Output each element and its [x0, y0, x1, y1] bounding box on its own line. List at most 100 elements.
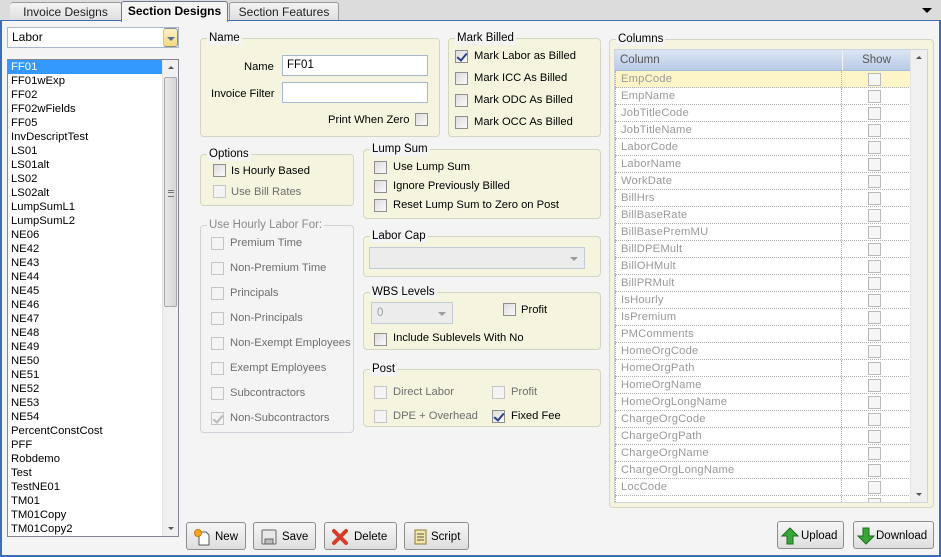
show-column-checkbox[interactable]: [868, 209, 881, 222]
scroll-thumb[interactable]: [164, 77, 177, 307]
list-item[interactable]: LumpSumL1: [8, 200, 163, 214]
list-item[interactable]: FF02wFields: [8, 102, 163, 116]
show-column-checkbox[interactable]: [868, 260, 881, 273]
show-column-checkbox[interactable]: [868, 396, 881, 409]
show-column-checkbox[interactable]: [868, 141, 881, 154]
list-item[interactable]: InvDescriptTest: [8, 130, 163, 144]
table-row[interactable]: HomeOrgLongName: [615, 394, 911, 411]
table-row[interactable]: [615, 496, 911, 502]
list-item[interactable]: NE52: [8, 382, 163, 396]
show-column-checkbox[interactable]: [868, 379, 881, 392]
list-item[interactable]: NE53: [8, 396, 163, 410]
table-row[interactable]: BillBaseRate: [615, 207, 911, 224]
mark-billed-checkbox[interactable]: [455, 94, 468, 107]
show-column-checkbox[interactable]: [868, 158, 881, 171]
section-type-select[interactable]: Labor: [7, 27, 179, 48]
table-row[interactable]: PMComments: [615, 326, 911, 343]
list-item[interactable]: PercentConstCost: [8, 424, 163, 438]
table-row[interactable]: LocCode: [615, 479, 911, 496]
section-design-list[interactable]: FF01 FF01wExp FF02 FF02wFields FF05 InvDescri…: [7, 59, 179, 537]
show-column-checkbox[interactable]: [868, 430, 881, 443]
name-input[interactable]: FF01: [282, 55, 428, 76]
is-hourly-based-checkbox[interactable]: [213, 164, 226, 177]
scroll-down-arrow-icon[interactable]: [163, 520, 178, 536]
list-item[interactable]: NE06: [8, 228, 163, 242]
table-row[interactable]: BillOHMult: [615, 258, 911, 275]
mark-billed-checkbox[interactable]: [455, 116, 468, 129]
show-column-checkbox[interactable]: [868, 175, 881, 188]
show-column-checkbox[interactable]: [868, 124, 881, 137]
table-row[interactable]: EmpName: [615, 88, 911, 105]
list-item[interactable]: LumpSumL2: [8, 214, 163, 228]
show-column-checkbox[interactable]: [868, 90, 881, 103]
table-row[interactable]: ChargeOrgLongName: [615, 462, 911, 479]
upload-button[interactable]: Upload: [777, 521, 844, 549]
table-row[interactable]: ChargeOrgPath: [615, 428, 911, 445]
list-item[interactable]: NE42: [8, 242, 163, 256]
column-header-column[interactable]: Column: [615, 50, 843, 71]
show-column-checkbox[interactable]: [868, 243, 881, 256]
table-row[interactable]: ChargeOrgName: [615, 445, 911, 462]
show-column-checkbox[interactable]: [868, 498, 881, 502]
tab-menu-chevron-down-icon[interactable]: [921, 5, 933, 15]
scroll-up-arrow-icon[interactable]: [163, 60, 178, 76]
lump-sum-checkbox[interactable]: [374, 180, 387, 193]
list-item[interactable]: NE45: [8, 284, 163, 298]
table-row[interactable]: HomeOrgPath: [615, 360, 911, 377]
wbs-level-select[interactable]: 0: [371, 302, 453, 324]
table-row[interactable]: ChargeOrgCode: [615, 411, 911, 428]
chevron-down-icon[interactable]: [163, 28, 178, 47]
list-scrollbar[interactable]: [162, 60, 178, 536]
list-item[interactable]: TM01Copy: [8, 508, 163, 522]
table-row[interactable]: BillPRMult: [615, 275, 911, 292]
list-item[interactable]: FF02: [8, 88, 163, 102]
list-item[interactable]: FF01: [8, 60, 163, 74]
hourly-labor-checkbox[interactable]: [211, 312, 224, 325]
list-item[interactable]: NE47: [8, 312, 163, 326]
mark-billed-checkbox[interactable]: [455, 50, 468, 63]
scroll-up-arrow-icon[interactable]: [911, 50, 927, 66]
hourly-labor-checkbox[interactable]: [211, 362, 224, 375]
show-column-checkbox[interactable]: [868, 192, 881, 205]
print-when-zero-checkbox[interactable]: [415, 113, 428, 126]
delete-button[interactable]: Delete: [324, 522, 397, 550]
table-row[interactable]: EmpCode: [615, 71, 911, 88]
table-row[interactable]: LaborCode: [615, 139, 911, 156]
tab-section-features[interactable]: Section Features: [229, 2, 339, 21]
mark-billed-checkbox[interactable]: [455, 72, 468, 85]
download-button[interactable]: Download: [853, 521, 934, 549]
lump-sum-checkbox[interactable]: [374, 199, 387, 212]
show-column-checkbox[interactable]: [868, 464, 881, 477]
wbs-profit-checkbox[interactable]: [503, 303, 516, 316]
list-item[interactable]: NE51: [8, 368, 163, 382]
include-sublevels-checkbox[interactable]: [374, 333, 387, 346]
new-button[interactable]: New: [186, 522, 246, 550]
list-item[interactable]: Test: [8, 466, 163, 480]
list-item[interactable]: LS01: [8, 144, 163, 158]
hourly-labor-checkbox[interactable]: [211, 237, 224, 250]
list-item[interactable]: PFF: [8, 438, 163, 452]
show-column-checkbox[interactable]: [868, 107, 881, 120]
list-item[interactable]: LS01alt: [8, 158, 163, 172]
list-item[interactable]: NE50: [8, 354, 163, 368]
show-column-checkbox[interactable]: [868, 328, 881, 341]
tab-invoice-designs[interactable]: Invoice Designs: [10, 2, 122, 21]
show-column-checkbox[interactable]: [868, 413, 881, 426]
post-profit-checkbox[interactable]: [492, 386, 505, 399]
use-bill-rates-checkbox[interactable]: [213, 185, 226, 198]
list-item[interactable]: FF05: [8, 116, 163, 130]
show-column-checkbox[interactable]: [868, 447, 881, 460]
table-row[interactable]: HomeOrgName: [615, 377, 911, 394]
columns-scrollbar[interactable]: [910, 50, 927, 502]
list-item[interactable]: Robdemo: [8, 452, 163, 466]
hourly-labor-checkbox[interactable]: [211, 287, 224, 300]
hourly-labor-checkbox[interactable]: [211, 262, 224, 275]
table-row[interactable]: JobTitleCode: [615, 105, 911, 122]
table-row[interactable]: BillHrs: [615, 190, 911, 207]
table-row[interactable]: JobTitleName: [615, 122, 911, 139]
show-column-checkbox[interactable]: [868, 345, 881, 358]
show-column-checkbox[interactable]: [868, 226, 881, 239]
table-row[interactable]: LaborName: [615, 156, 911, 173]
table-row[interactable]: HomeOrgCode: [615, 343, 911, 360]
tab-section-designs[interactable]: Section Designs: [121, 1, 228, 22]
